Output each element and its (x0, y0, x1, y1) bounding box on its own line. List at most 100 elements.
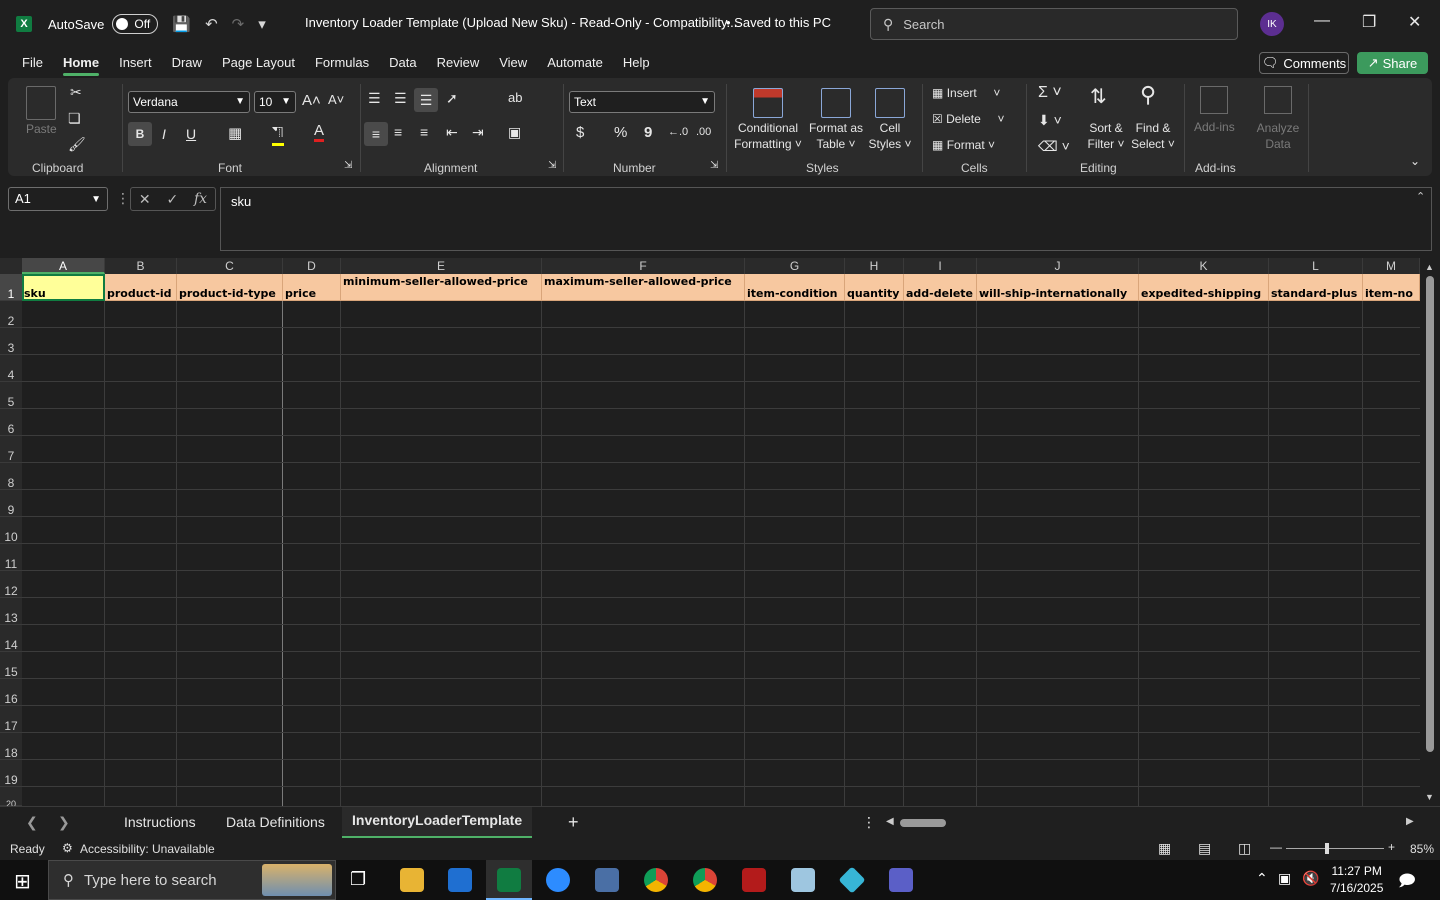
save-status[interactable]: • Saved to this PC (726, 15, 831, 30)
merge-center-icon[interactable]: ▣ (508, 124, 521, 141)
decrease-indent-icon[interactable]: ⇤ (446, 124, 458, 141)
column-header[interactable]: H (845, 258, 904, 274)
teams-icon[interactable] (889, 868, 913, 892)
increase-font-icon[interactable]: A˄ (302, 92, 321, 109)
search-input[interactable]: ⚲ Search (870, 8, 1238, 40)
borders-icon[interactable]: ▦ (228, 124, 242, 142)
table-row[interactable] (22, 382, 1420, 409)
table-row[interactable] (22, 679, 1420, 706)
name-box[interactable]: A1 ▼ (8, 187, 108, 211)
chevron-left-icon[interactable]: ❮ (26, 807, 38, 839)
column-header[interactable]: A (22, 258, 105, 274)
font-name-dropdown[interactable]: Verdana ▼ (128, 91, 250, 113)
row-header[interactable]: 18 (0, 733, 22, 760)
table-row[interactable] (22, 409, 1420, 436)
decrease-font-icon[interactable]: A˅ (328, 92, 344, 107)
decrease-decimal-icon[interactable]: .00 (696, 126, 711, 138)
vertical-scrollbar[interactable]: ▲ ▼ (1420, 262, 1440, 806)
align-left-icon[interactable]: ≡ (364, 122, 388, 146)
page-layout-view-icon[interactable]: ▤ (1198, 840, 1211, 857)
scroll-left-icon[interactable]: ◀ (886, 807, 894, 839)
chrome-icon[interactable] (644, 868, 668, 892)
app-icon[interactable] (791, 868, 815, 892)
increase-decimal-icon[interactable]: ←.0 (668, 126, 688, 138)
bottom-align-icon[interactable]: ☰ (414, 88, 438, 112)
row-header[interactable]: 6 (0, 409, 22, 436)
format-as-table-button[interactable]: Format as Table ˅ (808, 120, 864, 152)
column-header[interactable]: J (977, 258, 1139, 274)
percent-button[interactable]: % (614, 124, 627, 141)
excel-taskbar-icon[interactable] (497, 868, 521, 892)
row-header[interactable]: 11 (0, 544, 22, 571)
outlook-icon[interactable] (448, 868, 472, 892)
column-header[interactable]: B (105, 258, 177, 274)
accessibility-status[interactable]: Accessibility: Unavailable (80, 842, 215, 856)
tab-help[interactable]: Help (613, 48, 660, 78)
row-header[interactable]: 2 (0, 301, 22, 328)
select-all-corner[interactable] (0, 258, 22, 274)
chevron-up-icon[interactable]: ⌃ (1256, 870, 1268, 887)
row-header[interactable]: 20 (0, 787, 22, 806)
table-row[interactable] (22, 436, 1420, 463)
add-sheet-icon[interactable]: + (568, 807, 579, 839)
horizontal-scroll-thumb[interactable] (900, 819, 946, 827)
row-header[interactable]: 8 (0, 463, 22, 490)
tab-view[interactable]: View (489, 48, 537, 78)
page-break-view-icon[interactable]: ◫ (1238, 840, 1251, 857)
cell-styles-button[interactable]: Cell Styles ˅ (866, 120, 914, 152)
clear-icon[interactable]: ⌫ ˅ (1038, 138, 1070, 155)
addins-button[interactable]: Add-ins (1194, 120, 1235, 134)
header-cell[interactable]: quantity (845, 274, 904, 301)
zoom-app-icon[interactable] (546, 868, 570, 892)
font-size-dropdown[interactable]: 10 ▼ (254, 91, 296, 113)
italic-button[interactable]: I (162, 126, 166, 142)
zoom-in-icon[interactable]: + (1388, 840, 1395, 854)
column-header[interactable]: G (745, 258, 845, 274)
alignment-dialog-launcher-icon[interactable]: ⇲ (548, 160, 556, 171)
normal-view-icon[interactable]: ▦ (1158, 840, 1171, 857)
cancel-icon[interactable]: ✕ (139, 191, 151, 208)
sheet-tab-inventory-loader-template[interactable]: InventoryLoaderTemplate (342, 807, 533, 839)
zoom-slider-thumb[interactable] (1325, 843, 1329, 854)
column-header[interactable]: F (542, 258, 745, 274)
align-right-icon[interactable]: ≡ (420, 124, 428, 140)
middle-align-icon[interactable]: ☰ (394, 90, 407, 107)
format-cells-button[interactable]: ▦ Format ˅ (932, 138, 995, 152)
column-header[interactable]: L (1269, 258, 1363, 274)
tab-file[interactable]: File (12, 48, 53, 78)
share-button[interactable]: ↗ Share (1357, 52, 1428, 74)
spreadsheet-grid[interactable]: A B C D E F G H I J K L M 1 2 3 4 5 6 7 … (0, 258, 1420, 806)
header-cell[interactable]: minimum-seller-allowed-price (341, 274, 542, 301)
table-row[interactable] (22, 598, 1420, 625)
scroll-up-icon[interactable]: ▲ (1425, 262, 1434, 272)
chevron-right-icon[interactable]: ❯ (58, 807, 70, 839)
customize-qat-icon[interactable]: ▾ (258, 15, 266, 33)
autosave-toggle[interactable]: Off (112, 14, 159, 34)
wrap-text-icon[interactable]: ab (508, 90, 522, 105)
increase-indent-icon[interactable]: ⇥ (472, 124, 484, 141)
copy-icon[interactable]: ❏ (68, 110, 81, 127)
row-header[interactable]: 15 (0, 652, 22, 679)
table-row[interactable] (22, 301, 1420, 328)
table-row[interactable] (22, 625, 1420, 652)
minimize-icon[interactable]: — (1314, 12, 1330, 30)
column-header[interactable]: D (283, 258, 341, 274)
autosum-icon[interactable]: Σ ˅ (1038, 84, 1062, 102)
row-header[interactable]: 19 (0, 760, 22, 787)
redo-icon[interactable]: ↷ (232, 15, 245, 33)
scroll-right-icon[interactable]: ▶ (1406, 807, 1414, 839)
header-cell[interactable]: expedited-shipping (1139, 274, 1269, 301)
row-header[interactable]: 4 (0, 355, 22, 382)
vertical-scroll-thumb[interactable] (1426, 276, 1434, 752)
tab-options-icon[interactable]: ⋮ (862, 807, 876, 839)
tab-page-layout[interactable]: Page Layout (212, 48, 305, 78)
table-row[interactable] (22, 652, 1420, 679)
formula-collapse-icon[interactable]: ⌃ (1416, 190, 1425, 203)
header-cell[interactable]: maximum-seller-allowed-price (542, 274, 745, 301)
column-header[interactable]: E (341, 258, 542, 274)
header-cell[interactable]: product-id (105, 274, 177, 301)
row-header[interactable]: 9 (0, 490, 22, 517)
row-header[interactable]: 16 (0, 679, 22, 706)
table-row[interactable] (22, 490, 1420, 517)
table-row[interactable] (22, 355, 1420, 382)
